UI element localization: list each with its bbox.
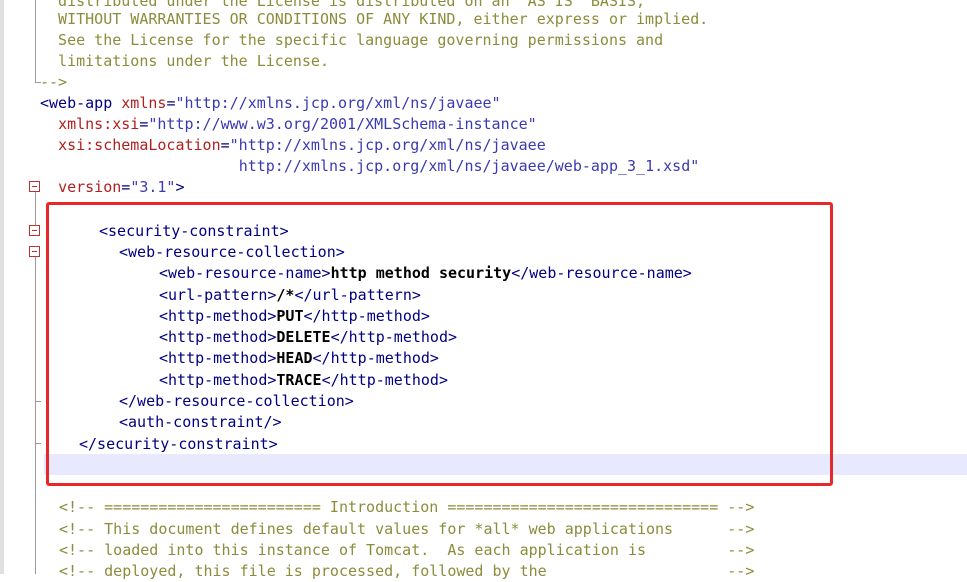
code-line-comment: WITHOUT WARRANTIES OR CONDITIONS OF ANY … — [40, 10, 709, 28]
fold-guide — [35, 192, 36, 226]
schema-location-attr: xsi:schemaLocation — [58, 136, 221, 154]
annotation-highlight-box — [46, 202, 833, 486]
xsi-value: "http://www.w3.org/2001/XMLSchema-instan… — [148, 115, 537, 133]
equals-sign: = — [121, 178, 131, 196]
schema-value-1: "http://xmlns.jcp.org/xml/ns/javaee — [229, 136, 546, 154]
code-line-web-app: <web-app xmlns="http://xmlns.jcp.org/xml… — [40, 93, 501, 114]
code-line-version: version="3.1"> — [40, 177, 185, 198]
editor-gutter — [4, 0, 44, 574]
version-value: "3.1" — [130, 178, 176, 196]
code-line-comment: <!-- deployed, this file is processed, f… — [59, 562, 755, 580]
code-line-comment: See the License for the specific languag… — [40, 31, 664, 49]
code-line-xsi: xmlns:xsi="http://www.w3.org/2001/XMLSch… — [40, 114, 537, 135]
code-line-schema: xsi:schemaLocation="http://xmlns.jcp.org… — [40, 135, 546, 156]
xmlns-attr: xmlns — [121, 94, 167, 112]
fold-collapse-icon[interactable] — [29, 225, 40, 236]
code-line-comment: limitations under the License. — [40, 52, 329, 70]
fold-guide — [35, 0, 36, 82]
xmlns-value: "http://xmlns.jcp.org/xml/ns/javaee" — [175, 94, 501, 112]
web-app-close-bracket: > — [175, 178, 185, 196]
version-attr: version — [58, 178, 122, 196]
xsi-attr: xmlns:xsi — [58, 115, 140, 133]
fold-end-tick — [35, 443, 41, 444]
schema-value-2: http://xmlns.jcp.org/xml/ns/javaee/web-a… — [238, 157, 700, 175]
fold-collapse-icon[interactable] — [29, 181, 40, 192]
fold-guide — [35, 257, 36, 574]
code-line-comment: <!-- This document defines default value… — [59, 520, 755, 538]
web-app-open-tag: <web-app — [40, 94, 113, 112]
code-line-comment: <!-- ======================== Introducti… — [59, 498, 755, 516]
fold-end-tick — [35, 401, 41, 402]
fold-collapse-icon[interactable] — [29, 246, 40, 257]
code-line-schema-cont: http://xmlns.jcp.org/xml/ns/javaee/web-a… — [40, 156, 700, 177]
code-line-comment-end: --> — [40, 73, 68, 91]
equals-sign: = — [220, 136, 230, 154]
code-line-comment: <!-- loaded into this instance of Tomcat… — [59, 541, 755, 559]
